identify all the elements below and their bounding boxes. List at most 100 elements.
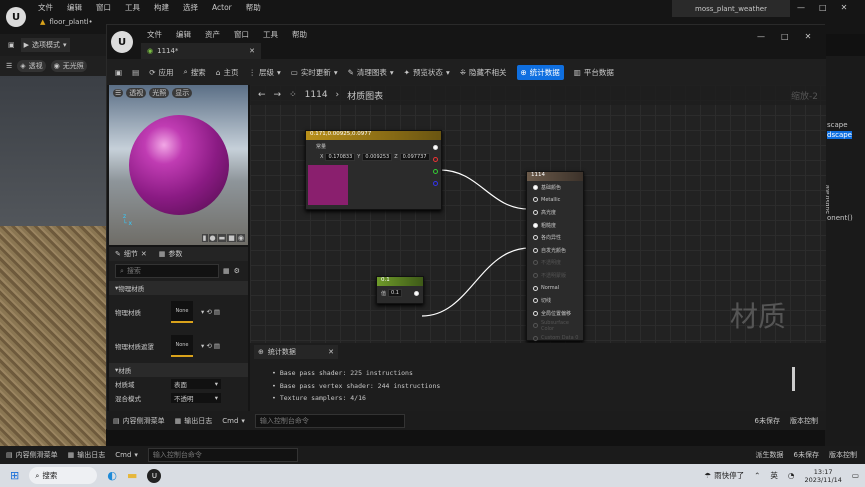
apply-button[interactable]: ⟳ 应用	[149, 67, 173, 78]
source-control-label[interactable]: 版本控制	[829, 450, 857, 460]
me-menu-window[interactable]: 窗口	[234, 29, 249, 40]
live-update-button[interactable]: ▭ 实时更新 ▾	[291, 67, 338, 78]
lit-mode-button[interactable]: ◉ 无光照	[50, 60, 87, 72]
unreal-taskbar-icon[interactable]: U	[147, 468, 162, 483]
close-icon[interactable]: ✕	[141, 250, 147, 258]
menu-window[interactable]: 窗口	[96, 2, 111, 13]
stats-tab[interactable]: ⊕ 统计数据 ✕	[254, 345, 338, 359]
result-pin[interactable]: Subsurface Color	[527, 320, 583, 333]
me-menu-tools[interactable]: 工具	[263, 29, 278, 40]
material-graph[interactable]: ← → ⁘ 1114 › 材质图表 缩放-2 0.171,0.00925,0.0…	[250, 85, 826, 343]
menu-help[interactable]: 帮助	[246, 2, 261, 13]
console-input[interactable]: 输入控制台命令	[147, 448, 298, 462]
level-tab[interactable]: ▲ floor_plantl•	[40, 18, 93, 26]
select-mode-button[interactable]: ▶ 选项模式 ▾	[20, 38, 70, 52]
taskbar-search[interactable]: ⌕ 搜索	[29, 467, 98, 484]
asset-picker-icons[interactable]: ▾ ⟲ ▤	[201, 308, 220, 316]
preview-show[interactable]: 显示	[172, 88, 193, 98]
cmd-dropdown[interactable]: Cmd ▾	[115, 451, 138, 459]
me-menu-asset[interactable]: 资产	[205, 29, 220, 40]
r-input[interactable]: 0.170833	[325, 153, 356, 161]
stats-button[interactable]: ⊕ 统计数据	[516, 64, 564, 80]
maximize-icon[interactable]: □	[781, 32, 789, 41]
preview-perspective[interactable]: 透视	[126, 88, 147, 98]
save-icon[interactable]: ▣	[8, 41, 15, 49]
gear-icon[interactable]: ⚙	[234, 267, 240, 275]
close-icon[interactable]: ✕	[328, 348, 334, 356]
me-source-control-label[interactable]: 版本控制	[790, 416, 818, 426]
constant3-node[interactable]: 0.171,0.00925,0.0977 常量 X 0.170833 Y 0.009…	[305, 130, 442, 210]
menu-build[interactable]: 构建	[154, 2, 169, 13]
plane-icon[interactable]: ▬	[217, 234, 227, 242]
platform-stats-button[interactable]: ▥ 平台数据	[574, 67, 614, 78]
domain-dropdown[interactable]: 表面 ▾	[171, 379, 221, 389]
browse-icon[interactable]: ▤	[132, 68, 139, 77]
teapot-icon[interactable]: ◉	[236, 234, 245, 242]
menu-actor[interactable]: Actor	[212, 3, 232, 12]
result-pin[interactable]: 自发光颜色	[527, 244, 583, 257]
preview-state-button[interactable]: ✦ 预览状态 ▾	[404, 67, 450, 78]
result-pin[interactable]: 不透明蒙版	[527, 269, 583, 282]
preview-lit[interactable]: 光照	[149, 88, 170, 98]
cube-icon[interactable]: ■	[227, 234, 236, 242]
asset-picker-icons[interactable]: ▾ ⟲ ▤	[201, 342, 220, 350]
menu-edit[interactable]: 编辑	[67, 2, 82, 13]
close-icon[interactable]: ✕	[841, 3, 848, 12]
tab-close-icon[interactable]: ✕	[249, 47, 255, 55]
windows-start-icon[interactable]: ⊞	[10, 469, 19, 482]
me-console-input[interactable]: 输入控制台命令	[254, 413, 405, 428]
tray-chevron-icon[interactable]: ⌃	[754, 471, 760, 480]
result-pin[interactable]: 切线	[527, 294, 583, 307]
menu-select[interactable]: 选择	[183, 2, 198, 13]
me-menu-help[interactable]: 帮助	[292, 29, 307, 40]
scalar-output-pin[interactable]	[414, 290, 419, 296]
cylinder-icon[interactable]: ▮	[201, 234, 208, 242]
save-icon[interactable]: ▣	[115, 68, 122, 77]
preview-menu-icon[interactable]: ☰	[113, 89, 124, 97]
phys-mask-thumb[interactable]: None	[171, 335, 193, 357]
close-icon[interactable]: ✕	[805, 32, 812, 41]
result-pin[interactable]: 各向异性	[527, 231, 583, 244]
tab-params[interactable]: ▦ 参数	[159, 249, 183, 259]
b-input[interactable]: 0.097737	[399, 153, 430, 161]
material-result-node[interactable]: 1114 基础颜色 Metallic 高光度 粗糙度 各向异性 自发光颜色 不透明度 不透明蒙…	[526, 171, 584, 341]
result-pin[interactable]: 基础颜色	[527, 181, 583, 194]
tab-details[interactable]: ✎ 细节 ✕	[115, 249, 147, 259]
menu-file[interactable]: 文件	[38, 2, 53, 13]
unreal-logo[interactable]: U	[6, 7, 26, 27]
g-pin[interactable]	[433, 169, 438, 174]
blend-dropdown[interactable]: 不透明 ▾	[171, 393, 221, 403]
me-cmd-dropdown[interactable]: Cmd ▾	[222, 417, 245, 425]
material-tab[interactable]: ◉ 1114* ✕	[141, 43, 261, 59]
result-pin[interactable]: 不透明度	[527, 257, 583, 270]
material-preview-viewport[interactable]: ☰ 透视 光照 显示 z └ x ▮ ● ▬ ■ ◉	[109, 85, 248, 245]
hierarchy-button[interactable]: ⋮ 层级 ▾	[248, 67, 280, 78]
stats-scrollbar[interactable]	[792, 367, 795, 391]
me-unsaved-label[interactable]: 6未保存	[755, 416, 780, 426]
result-pin[interactable]: Metallic	[527, 194, 583, 207]
section-physical-material[interactable]: ▾ 物理材质	[109, 281, 248, 295]
unreal-logo[interactable]: U	[111, 31, 133, 53]
clean-graph-button[interactable]: ✎ 清理图表 ▾	[348, 67, 394, 78]
b-pin[interactable]	[433, 181, 438, 186]
section-material[interactable]: ▾ 材质	[109, 363, 248, 377]
notification-icon[interactable]: ▭	[852, 471, 859, 480]
ime-label[interactable]: 英	[770, 470, 778, 481]
unsaved-label[interactable]: 6未保存	[794, 450, 819, 460]
me-menu-file[interactable]: 文件	[147, 29, 162, 40]
g-input[interactable]: 0.009253	[362, 153, 393, 161]
minimize-icon[interactable]: —	[757, 32, 765, 41]
me-content-drawer-button[interactable]: ▤ 内容侧滑菜单	[113, 416, 165, 426]
result-pin[interactable]: 高光度	[527, 206, 583, 219]
maximize-icon[interactable]: □	[819, 3, 827, 12]
hide-unrelated-button[interactable]: ⁜ 隐藏不相关	[460, 67, 507, 78]
result-pin[interactable]: Normal	[527, 282, 583, 295]
phys-mat-thumb[interactable]: None	[171, 301, 193, 323]
edge-icon[interactable]: ◐	[107, 469, 117, 482]
home-button[interactable]: ⌂ 主页	[216, 67, 239, 78]
menu-tools[interactable]: 工具	[125, 2, 140, 13]
clock[interactable]: 13:17 2023/11/14	[804, 468, 841, 484]
output-log-button[interactable]: ▦ 输出日志	[68, 450, 106, 460]
result-pin[interactable]: 粗糙度	[527, 219, 583, 232]
hamburger-icon[interactable]: ☰	[6, 62, 12, 70]
